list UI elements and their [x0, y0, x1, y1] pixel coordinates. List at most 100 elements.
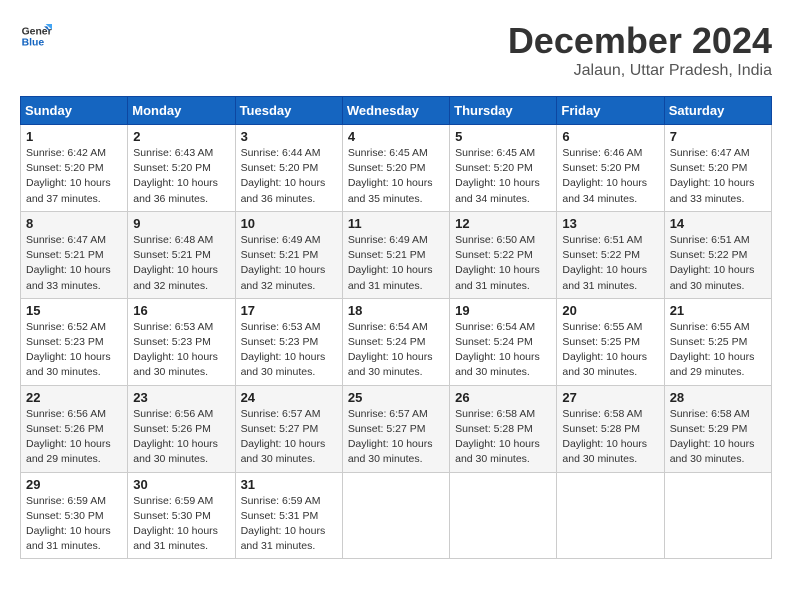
day-info: Sunrise: 6:44 AM Sunset: 5:20 PM Dayligh…: [241, 146, 337, 207]
day-info: Sunrise: 6:46 AM Sunset: 5:20 PM Dayligh…: [562, 146, 658, 207]
calendar-cell: 15 Sunrise: 6:52 AM Sunset: 5:23 PM Dayl…: [21, 298, 128, 385]
month-title: December 2024: [508, 20, 772, 62]
day-number: 14: [670, 216, 766, 231]
day-number: 30: [133, 477, 229, 492]
calendar-cell: 4 Sunrise: 6:45 AM Sunset: 5:20 PM Dayli…: [342, 125, 449, 212]
calendar-cell: 24 Sunrise: 6:57 AM Sunset: 5:27 PM Dayl…: [235, 385, 342, 472]
day-number: 8: [26, 216, 122, 231]
calendar-cell: 22 Sunrise: 6:56 AM Sunset: 5:26 PM Dayl…: [21, 385, 128, 472]
svg-text:Blue: Blue: [22, 38, 45, 49]
day-info: Sunrise: 6:51 AM Sunset: 5:22 PM Dayligh…: [562, 233, 658, 294]
day-info: Sunrise: 6:45 AM Sunset: 5:20 PM Dayligh…: [455, 146, 551, 207]
calendar-cell: 29 Sunrise: 6:59 AM Sunset: 5:30 PM Dayl…: [21, 472, 128, 559]
day-info: Sunrise: 6:47 AM Sunset: 5:21 PM Dayligh…: [26, 233, 122, 294]
day-number: 7: [670, 129, 766, 144]
weekday-header: Friday: [557, 97, 664, 125]
calendar-cell: 14 Sunrise: 6:51 AM Sunset: 5:22 PM Dayl…: [664, 211, 771, 298]
calendar-cell: 16 Sunrise: 6:53 AM Sunset: 5:23 PM Dayl…: [128, 298, 235, 385]
day-number: 20: [562, 303, 658, 318]
weekday-header: Monday: [128, 97, 235, 125]
calendar-cell: 25 Sunrise: 6:57 AM Sunset: 5:27 PM Dayl…: [342, 385, 449, 472]
weekday-header: Saturday: [664, 97, 771, 125]
day-number: 18: [348, 303, 444, 318]
day-number: 28: [670, 390, 766, 405]
day-info: Sunrise: 6:55 AM Sunset: 5:25 PM Dayligh…: [670, 320, 766, 381]
weekday-header: Wednesday: [342, 97, 449, 125]
day-number: 5: [455, 129, 551, 144]
day-info: Sunrise: 6:58 AM Sunset: 5:28 PM Dayligh…: [562, 407, 658, 468]
day-number: 17: [241, 303, 337, 318]
day-info: Sunrise: 6:57 AM Sunset: 5:27 PM Dayligh…: [241, 407, 337, 468]
day-number: 12: [455, 216, 551, 231]
day-number: 15: [26, 303, 122, 318]
calendar-cell: 31 Sunrise: 6:59 AM Sunset: 5:31 PM Dayl…: [235, 472, 342, 559]
day-info: Sunrise: 6:54 AM Sunset: 5:24 PM Dayligh…: [455, 320, 551, 381]
calendar-cell: 26 Sunrise: 6:58 AM Sunset: 5:28 PM Dayl…: [450, 385, 557, 472]
day-number: 23: [133, 390, 229, 405]
calendar-cell: 20 Sunrise: 6:55 AM Sunset: 5:25 PM Dayl…: [557, 298, 664, 385]
calendar-week-row: 8 Sunrise: 6:47 AM Sunset: 5:21 PM Dayli…: [21, 211, 772, 298]
day-info: Sunrise: 6:59 AM Sunset: 5:31 PM Dayligh…: [241, 494, 337, 555]
calendar-cell: 1 Sunrise: 6:42 AM Sunset: 5:20 PM Dayli…: [21, 125, 128, 212]
calendar-cell: 10 Sunrise: 6:49 AM Sunset: 5:21 PM Dayl…: [235, 211, 342, 298]
calendar-cell: 30 Sunrise: 6:59 AM Sunset: 5:30 PM Dayl…: [128, 472, 235, 559]
day-number: 29: [26, 477, 122, 492]
day-info: Sunrise: 6:56 AM Sunset: 5:26 PM Dayligh…: [26, 407, 122, 468]
weekday-header: Sunday: [21, 97, 128, 125]
location: Jalaun, Uttar Pradesh, India: [508, 62, 772, 80]
day-number: 3: [241, 129, 337, 144]
day-info: Sunrise: 6:51 AM Sunset: 5:22 PM Dayligh…: [670, 233, 766, 294]
calendar-cell: 19 Sunrise: 6:54 AM Sunset: 5:24 PM Dayl…: [450, 298, 557, 385]
logo-icon: General Blue: [20, 20, 52, 52]
day-info: Sunrise: 6:45 AM Sunset: 5:20 PM Dayligh…: [348, 146, 444, 207]
day-number: 27: [562, 390, 658, 405]
day-number: 31: [241, 477, 337, 492]
day-info: Sunrise: 6:59 AM Sunset: 5:30 PM Dayligh…: [26, 494, 122, 555]
calendar-week-row: 29 Sunrise: 6:59 AM Sunset: 5:30 PM Dayl…: [21, 472, 772, 559]
calendar-cell: 18 Sunrise: 6:54 AM Sunset: 5:24 PM Dayl…: [342, 298, 449, 385]
day-number: 1: [26, 129, 122, 144]
calendar-cell: 7 Sunrise: 6:47 AM Sunset: 5:20 PM Dayli…: [664, 125, 771, 212]
day-number: 24: [241, 390, 337, 405]
day-number: 2: [133, 129, 229, 144]
day-info: Sunrise: 6:52 AM Sunset: 5:23 PM Dayligh…: [26, 320, 122, 381]
weekday-header-row: SundayMondayTuesdayWednesdayThursdayFrid…: [21, 97, 772, 125]
calendar-week-row: 22 Sunrise: 6:56 AM Sunset: 5:26 PM Dayl…: [21, 385, 772, 472]
day-number: 6: [562, 129, 658, 144]
page-header: General Blue December 2024 Jalaun, Uttar…: [20, 20, 772, 80]
calendar-cell: 5 Sunrise: 6:45 AM Sunset: 5:20 PM Dayli…: [450, 125, 557, 212]
day-number: 11: [348, 216, 444, 231]
day-number: 25: [348, 390, 444, 405]
calendar-cell: 17 Sunrise: 6:53 AM Sunset: 5:23 PM Dayl…: [235, 298, 342, 385]
day-number: 10: [241, 216, 337, 231]
day-info: Sunrise: 6:50 AM Sunset: 5:22 PM Dayligh…: [455, 233, 551, 294]
day-info: Sunrise: 6:47 AM Sunset: 5:20 PM Dayligh…: [670, 146, 766, 207]
weekday-header: Tuesday: [235, 97, 342, 125]
title-block: December 2024 Jalaun, Uttar Pradesh, Ind…: [508, 20, 772, 80]
day-info: Sunrise: 6:42 AM Sunset: 5:20 PM Dayligh…: [26, 146, 122, 207]
calendar-cell: 23 Sunrise: 6:56 AM Sunset: 5:26 PM Dayl…: [128, 385, 235, 472]
day-info: Sunrise: 6:54 AM Sunset: 5:24 PM Dayligh…: [348, 320, 444, 381]
calendar-cell: [342, 472, 449, 559]
day-info: Sunrise: 6:43 AM Sunset: 5:20 PM Dayligh…: [133, 146, 229, 207]
day-info: Sunrise: 6:56 AM Sunset: 5:26 PM Dayligh…: [133, 407, 229, 468]
weekday-header: Thursday: [450, 97, 557, 125]
day-number: 13: [562, 216, 658, 231]
calendar-cell: 6 Sunrise: 6:46 AM Sunset: 5:20 PM Dayli…: [557, 125, 664, 212]
calendar-cell: 2 Sunrise: 6:43 AM Sunset: 5:20 PM Dayli…: [128, 125, 235, 212]
day-info: Sunrise: 6:49 AM Sunset: 5:21 PM Dayligh…: [348, 233, 444, 294]
day-info: Sunrise: 6:59 AM Sunset: 5:30 PM Dayligh…: [133, 494, 229, 555]
calendar-week-row: 1 Sunrise: 6:42 AM Sunset: 5:20 PM Dayli…: [21, 125, 772, 212]
calendar-week-row: 15 Sunrise: 6:52 AM Sunset: 5:23 PM Dayl…: [21, 298, 772, 385]
day-info: Sunrise: 6:53 AM Sunset: 5:23 PM Dayligh…: [133, 320, 229, 381]
calendar-cell: [664, 472, 771, 559]
calendar-cell: 12 Sunrise: 6:50 AM Sunset: 5:22 PM Dayl…: [450, 211, 557, 298]
day-info: Sunrise: 6:53 AM Sunset: 5:23 PM Dayligh…: [241, 320, 337, 381]
day-number: 19: [455, 303, 551, 318]
calendar-table: SundayMondayTuesdayWednesdayThursdayFrid…: [20, 96, 772, 559]
day-info: Sunrise: 6:57 AM Sunset: 5:27 PM Dayligh…: [348, 407, 444, 468]
calendar-cell: 13 Sunrise: 6:51 AM Sunset: 5:22 PM Dayl…: [557, 211, 664, 298]
day-number: 26: [455, 390, 551, 405]
day-info: Sunrise: 6:48 AM Sunset: 5:21 PM Dayligh…: [133, 233, 229, 294]
day-number: 9: [133, 216, 229, 231]
